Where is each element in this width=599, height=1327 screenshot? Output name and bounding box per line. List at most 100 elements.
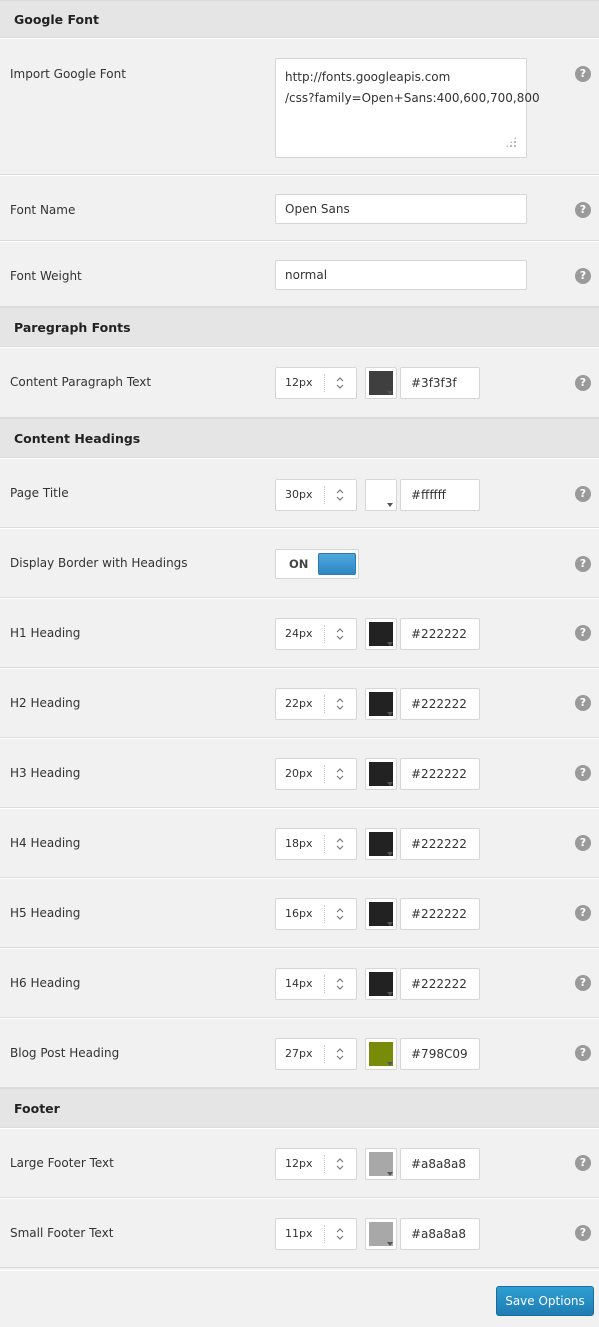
row-content-paragraph-text: Content Paragraph Text 12px #3f3f3f ? — [0, 347, 599, 418]
resize-grip-icon[interactable] — [505, 136, 517, 148]
color-hex-input[interactable]: #ffffff — [400, 479, 480, 511]
up-down-arrows-icon[interactable] — [334, 1045, 346, 1063]
font-size-stepper[interactable]: 12px — [275, 1148, 357, 1180]
font-size-stepper[interactable]: 12px — [275, 367, 357, 399]
h6-heading-label: H6 Heading — [10, 976, 81, 990]
color-swatch[interactable] — [365, 1038, 397, 1070]
up-down-arrows-icon[interactable] — [334, 765, 346, 783]
color-hex-input[interactable]: #a8a8a8 — [400, 1218, 480, 1250]
color-hex-input[interactable]: #222222 — [400, 688, 480, 720]
help-icon[interactable]: ? — [575, 66, 591, 82]
help-icon[interactable]: ? — [575, 556, 591, 572]
section-title: Footer — [14, 1101, 60, 1116]
stepper-divider — [324, 695, 325, 713]
font-size-stepper[interactable]: 14px — [275, 968, 357, 1000]
help-icon[interactable]: ? — [575, 625, 591, 641]
font-size-value: 14px — [285, 977, 313, 990]
large-footer-text-label: Large Footer Text — [10, 1156, 114, 1170]
color-swatch[interactable] — [365, 1148, 397, 1180]
color-hex-input[interactable]: #222222 — [400, 758, 480, 790]
font-weight-input[interactable]: normal — [275, 260, 527, 290]
color-swatch[interactable] — [365, 688, 397, 720]
help-icon[interactable]: ? — [575, 835, 591, 851]
font-size-stepper[interactable]: 22px — [275, 688, 357, 720]
content-paragraph-label: Content Paragraph Text — [10, 375, 152, 389]
color-hex-input[interactable]: #798C09 — [400, 1038, 480, 1070]
h4-heading-label: H4 Heading — [10, 836, 81, 850]
font-size-value: 27px — [285, 1047, 313, 1060]
help-icon[interactable]: ? — [575, 202, 591, 218]
up-down-arrows-icon[interactable] — [334, 1225, 346, 1243]
font-size-stepper[interactable]: 20px — [275, 758, 357, 790]
font-name-input[interactable]: Open Sans — [275, 194, 527, 224]
import-google-font-textarea[interactable]: http://fonts.googleapis.com /css?family=… — [275, 58, 540, 158]
stepper-divider — [324, 1225, 325, 1243]
help-icon[interactable]: ? — [575, 1225, 591, 1241]
h5-heading-label: H5 Heading — [10, 906, 81, 920]
section-header-footer: Footer — [0, 1088, 599, 1128]
color-swatch[interactable] — [365, 968, 397, 1000]
color-swatch[interactable] — [365, 618, 397, 650]
display-border-toggle[interactable]: ON — [275, 549, 359, 579]
row-import-google-font: Import Google Font http://fonts.googleap… — [0, 38, 599, 175]
font-size-stepper[interactable]: 18px — [275, 828, 357, 860]
up-down-arrows-icon[interactable] — [334, 625, 346, 643]
dropdown-arrow-icon — [387, 712, 393, 716]
up-down-arrows-icon[interactable] — [334, 835, 346, 853]
save-options-button[interactable]: Save Options — [496, 1286, 594, 1316]
color-swatch[interactable] — [365, 898, 397, 930]
color-hex-input[interactable]: #3f3f3f — [400, 367, 480, 399]
color-swatch[interactable] — [365, 479, 397, 511]
font-size-value: 20px — [285, 767, 313, 780]
row-font-weight: Font Weight normal ? — [0, 241, 599, 307]
font-name-label: Font Name — [10, 203, 76, 217]
color-swatch[interactable] — [365, 1218, 397, 1250]
up-down-arrows-icon[interactable] — [334, 905, 346, 923]
row-h5-heading: H5 Heading 16px #222222 ? — [0, 878, 599, 948]
stepper-divider — [324, 905, 325, 923]
row-font-name: Font Name Open Sans ? — [0, 175, 599, 241]
font-size-value: 12px — [285, 1157, 313, 1170]
color-hex-input[interactable]: #222222 — [400, 618, 480, 650]
font-size-stepper[interactable]: 16px — [275, 898, 357, 930]
dropdown-arrow-icon — [387, 391, 393, 395]
font-size-stepper[interactable]: 24px — [275, 618, 357, 650]
color-swatch[interactable] — [365, 828, 397, 860]
row-small-footer-text: Small Footer Text 11px #a8a8a8 ? — [0, 1198, 599, 1268]
font-size-value: 16px — [285, 907, 313, 920]
help-icon[interactable]: ? — [575, 975, 591, 991]
help-icon[interactable]: ? — [575, 1045, 591, 1061]
toggle-knob[interactable] — [318, 553, 356, 575]
font-size-stepper[interactable]: 27px — [275, 1038, 357, 1070]
color-swatch[interactable] — [365, 367, 397, 399]
color-hex-input[interactable]: #222222 — [400, 898, 480, 930]
up-down-arrows-icon[interactable] — [334, 975, 346, 993]
color-swatch[interactable] — [365, 758, 397, 790]
font-size-stepper[interactable]: 30px — [275, 479, 357, 511]
font-weight-label: Font Weight — [10, 269, 82, 283]
stepper-divider — [324, 1155, 325, 1173]
help-icon[interactable]: ? — [575, 1155, 591, 1171]
color-hex-input[interactable]: #222222 — [400, 968, 480, 1000]
dropdown-arrow-icon — [387, 1172, 393, 1176]
up-down-arrows-icon[interactable] — [334, 486, 346, 504]
help-icon[interactable]: ? — [575, 695, 591, 711]
font-size-value: 24px — [285, 627, 313, 640]
font-size-stepper[interactable]: 11px — [275, 1218, 357, 1250]
row-page-title: Page Title 30px #ffffff ? — [0, 458, 599, 528]
row-h4-heading: H4 Heading 18px #222222 ? — [0, 808, 599, 878]
help-icon[interactable]: ? — [575, 765, 591, 781]
help-icon[interactable]: ? — [575, 486, 591, 502]
section-title: Paregraph Fonts — [14, 320, 131, 335]
color-hex-input[interactable]: #222222 — [400, 828, 480, 860]
up-down-arrows-icon[interactable] — [334, 695, 346, 713]
color-hex-input[interactable]: #a8a8a8 — [400, 1148, 480, 1180]
section-header-paragraph-fonts: Paregraph Fonts — [0, 307, 599, 347]
help-icon[interactable]: ? — [575, 268, 591, 284]
up-down-arrows-icon[interactable] — [334, 1155, 346, 1173]
up-down-arrows-icon[interactable] — [334, 374, 346, 392]
help-icon[interactable]: ? — [575, 905, 591, 921]
stepper-divider — [324, 765, 325, 783]
help-icon[interactable]: ? — [575, 375, 591, 391]
font-size-value: 30px — [285, 488, 313, 501]
